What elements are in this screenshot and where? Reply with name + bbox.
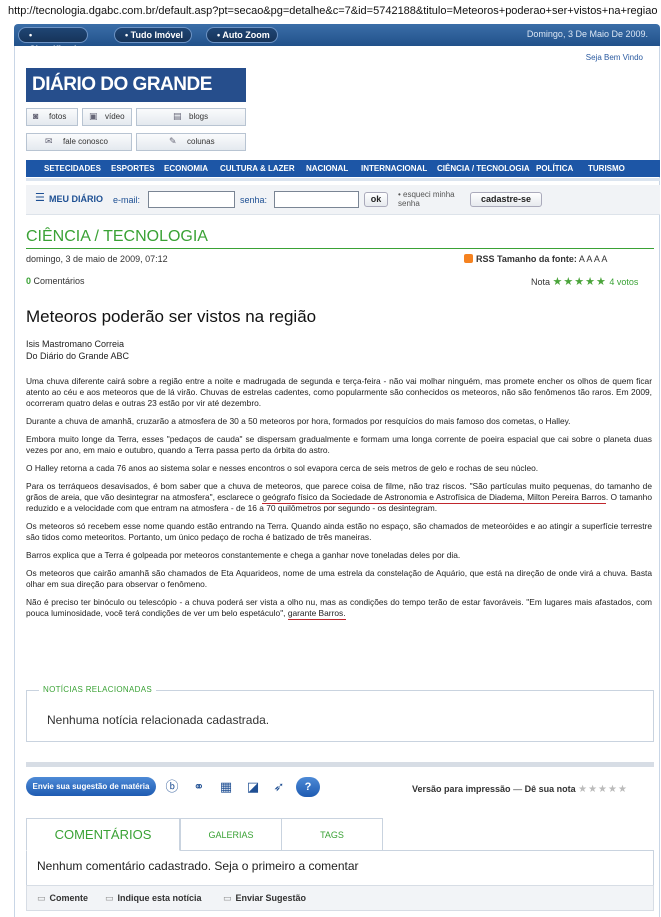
- nav-esportes[interactable]: ESPORTES: [111, 160, 155, 177]
- paragraph: Não é preciso ter binóculo ou telescópio…: [26, 597, 652, 620]
- rate-stars[interactable]: ★★★★★: [578, 784, 628, 795]
- tab-galerias[interactable]: GALERIAS: [180, 818, 282, 851]
- login-ok-button[interactable]: ok: [364, 192, 388, 207]
- related-news-empty: Nenhuma notícia relacionada cadastrada.: [47, 713, 270, 727]
- password-field[interactable]: [274, 191, 359, 208]
- tab-comentarios[interactable]: COMENTÁRIOS: [26, 818, 180, 851]
- meu-diario-title: MEU DIÁRIO: [49, 194, 103, 204]
- address-bar[interactable]: http://tecnologia.dgabc.com.br/default.a…: [0, 0, 661, 22]
- paragraph: Embora muito longe da Terra, esses "peda…: [26, 434, 652, 455]
- rss-icon[interactable]: [464, 254, 473, 263]
- nav-nacional[interactable]: NACIONAL: [306, 160, 348, 177]
- author-name: Isis Mastromano Correia: [26, 339, 125, 349]
- camera-icon: ◙: [33, 111, 39, 121]
- paragraph: Durante a chuva de amanhã, cruzarão a at…: [26, 416, 571, 426]
- comments-tabs: COMENTÁRIOS GALERIAS TAGS: [26, 818, 654, 851]
- help-button[interactable]: ?: [296, 777, 320, 797]
- comment-action[interactable]: ▭ Comente: [37, 893, 88, 904]
- suggest-story-button[interactable]: Envie sua sugestão de matéria: [26, 777, 156, 796]
- auto-zoom-link[interactable]: • Auto Zoom: [206, 27, 278, 43]
- paragraph: Para os terráqueos desavisados, é bom sa…: [26, 481, 652, 513]
- twitter-icon[interactable]: ➶: [270, 778, 288, 796]
- comments-count[interactable]: 0 Comentários: [26, 276, 85, 286]
- nav-ciencia-tecnologia[interactable]: CIÊNCIA / TECNOLOGIA: [437, 160, 530, 177]
- send-suggestion-action[interactable]: ▭ Enviar Sugestão: [223, 893, 306, 904]
- share-bubble-icon: ▭: [105, 893, 114, 903]
- share-divider: [26, 762, 654, 767]
- nav-internacional[interactable]: INTERNACIONAL: [361, 160, 427, 177]
- delicious-icon[interactable]: ◪: [244, 778, 262, 796]
- tab-tags[interactable]: TAGS: [281, 818, 383, 851]
- article-body: Uma chuva diferente cairá sobre a região…: [26, 376, 652, 626]
- nav-turismo[interactable]: TURISMO: [588, 160, 625, 177]
- comments-empty: Nenhum comentário cadastrado. Seja o pri…: [37, 859, 359, 873]
- mail-icon: ✉: [45, 136, 53, 146]
- speech-bubble-icon: ▭: [37, 893, 46, 903]
- article-source: Do Diário do Grande ABC: [26, 351, 130, 361]
- print-link[interactable]: Versão para impressão: [412, 784, 511, 794]
- fotos-button[interactable]: ◙ fotos: [26, 108, 78, 126]
- link-icon[interactable]: ⚭: [190, 778, 208, 796]
- related-news-box: NOTÍCIAS RELACIONADAS Nenhuma notícia re…: [26, 685, 654, 742]
- register-button[interactable]: cadastre-se: [470, 192, 542, 207]
- top-bar: • Classificados • Tudo Imóvel • Auto Zoo…: [14, 24, 660, 54]
- blogs-button[interactable]: ▤ blogs: [136, 108, 246, 126]
- tudo-imovel-link[interactable]: • Tudo Imóvel: [114, 27, 192, 43]
- suggestion-bubble-icon: ▭: [223, 893, 232, 903]
- nav-politica[interactable]: POLÍTICA: [536, 160, 573, 177]
- blog-icon: ▤: [173, 111, 182, 121]
- rating-votes: 4 votos: [609, 277, 639, 287]
- meu-diario-bar: ☰ MEU DIÁRIO e-mail: senha: ok • esqueci…: [26, 185, 660, 215]
- nav-economia[interactable]: ECONOMIA: [164, 160, 208, 177]
- related-news-title: NOTÍCIAS RELACIONADAS: [39, 685, 156, 694]
- classificados-link[interactable]: • Classificados: [18, 27, 88, 54]
- print-rate-bar: Versão para impressão — Dê sua nota ★★★★…: [412, 784, 628, 795]
- rate-label: Dê sua nota: [524, 784, 576, 794]
- article-datetime: domingo, 3 de maio de 2009, 07:12: [26, 254, 168, 264]
- rss-font-tools: RSS Tamanho da fonte: A A A A: [464, 254, 607, 264]
- quote-link[interactable]: garante Barros.: [287, 608, 346, 620]
- main-nav: SETECIDADES ESPORTES ECONOMIA CULTURA & …: [26, 160, 660, 177]
- site-logo[interactable]: DIÁRIO DO GRANDE ABC: [26, 68, 246, 129]
- rating-stars[interactable]: ★★★★★: [553, 276, 607, 288]
- paragraph: Os meteoros que cairão amanhã são chamad…: [26, 568, 652, 589]
- welcome-text: Seja Bem Vindo: [585, 53, 643, 62]
- fale-conosco-button[interactable]: ✉ fale conosco: [26, 133, 132, 151]
- nav-setecidades[interactable]: SETECIDADES: [44, 160, 101, 177]
- comments-panel: Nenhum comentário cadastrado. Seja o pri…: [26, 851, 654, 885]
- menu-icon: ☰: [35, 192, 45, 204]
- section-title: CIÊNCIA / TECNOLOGIA: [26, 228, 208, 245]
- current-date: Domingo, 3 De Maio De 2009.: [526, 29, 648, 39]
- blog-share-icon[interactable]: ⓑ: [163, 778, 181, 796]
- pencil-icon: ✎: [169, 136, 177, 146]
- section-divider: [26, 248, 654, 249]
- paragraph: Uma chuva diferente cairá sobre a região…: [26, 376, 652, 408]
- indicate-action[interactable]: ▭ Indique esta notícia: [105, 893, 202, 904]
- senha-label: senha:: [240, 195, 268, 205]
- article-byline: Isis Mastromano Correia Do Diário do Gra…: [26, 338, 129, 362]
- forgot-password-link[interactable]: • esqueci minha senha: [398, 190, 456, 208]
- rss-link[interactable]: RSS: [476, 254, 495, 264]
- comment-actions: ▭ Comente ▭ Indique esta notícia ▭ Enviar S…: [26, 885, 654, 911]
- paragraph: Barros explica que a Terra é golpeada po…: [26, 550, 461, 560]
- colunas-button[interactable]: ✎ colunas: [136, 133, 246, 151]
- font-size-label: Tamanho da fonte:: [497, 254, 577, 264]
- article-headline: Meteoros poderão ser vistos na região: [26, 307, 317, 326]
- bookmark-icon[interactable]: ▦: [217, 778, 235, 796]
- video-icon: ▣: [89, 111, 98, 121]
- paragraph: O Halley retorna a cada 76 anos ao siste…: [26, 463, 539, 473]
- font-size-buttons[interactable]: A A A A: [579, 254, 608, 264]
- email-field[interactable]: [148, 191, 235, 208]
- email-label: e-mail:: [113, 195, 141, 205]
- rating-label: Nota: [531, 277, 551, 287]
- video-button[interactable]: ▣ vídeo: [82, 108, 132, 126]
- article-rating: Nota ★★★★★ 4 votos: [531, 275, 638, 288]
- paragraph: Os meteoros só recebem esse nome quando …: [26, 521, 652, 542]
- nav-cultura-lazer[interactable]: CULTURA & LAZER: [220, 160, 295, 177]
- nav-divider: [26, 178, 660, 181]
